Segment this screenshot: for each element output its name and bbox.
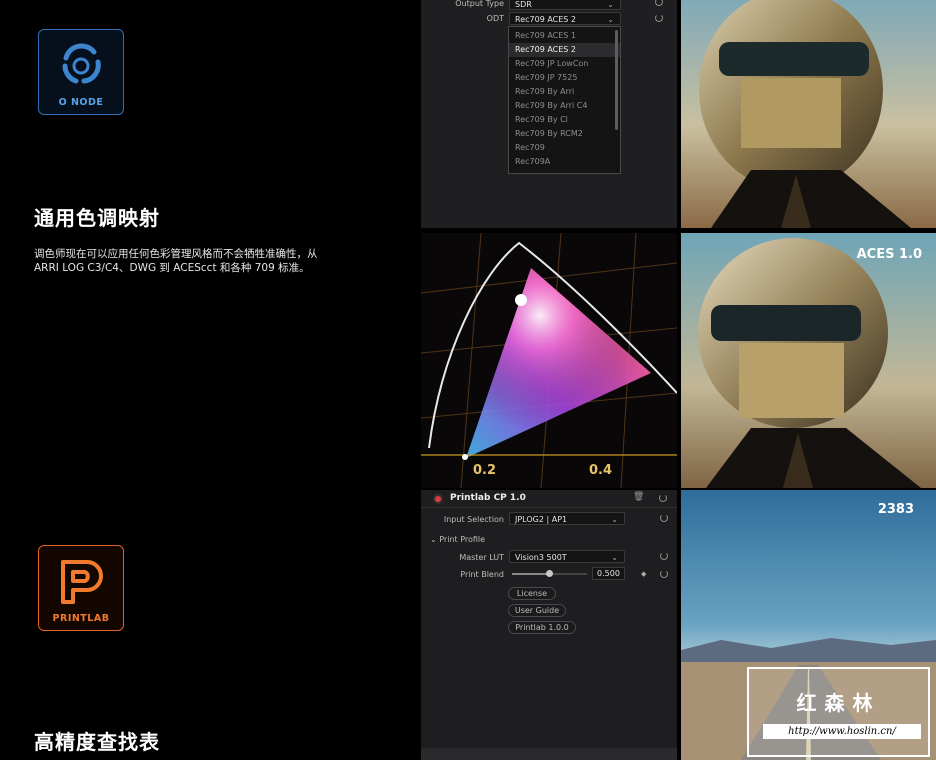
chevron-down-icon: ⌄ — [611, 553, 618, 562]
odt-dropdown-list: Rec709 ACES 1 Rec709 ACES 2 Rec709 JP LowC… — [508, 26, 621, 174]
aces-label: ACES 1.0 — [856, 247, 922, 262]
print-blend-label: Print Blend — [460, 570, 504, 579]
odt-option[interactable]: Rec709 JP LowCon — [509, 57, 620, 71]
chevron-down-icon: ⌄ — [430, 535, 440, 544]
output-type-select[interactable]: SDR ⌄ — [509, 0, 621, 10]
input-selection-value: JPLOG2 | AP1 — [515, 515, 568, 524]
tone-mapping-title: 通用色调映射 — [34, 206, 160, 230]
chevron-down-icon: ⌄ — [607, 0, 614, 9]
trash-icon[interactable]: 🗑 — [633, 492, 644, 502]
lut-title: 高精度查找表 — [34, 730, 160, 754]
tone-mapping-description: 调色师现在可以应用任何色彩管理风格而不会牺牲准确性，从 ARRI LOG C3/… — [34, 248, 318, 274]
odt-select[interactable]: Rec709 ACES 2 ⌄ — [509, 12, 621, 25]
panel-strip — [421, 748, 677, 760]
reset-icon[interactable] — [660, 514, 668, 522]
axis-tick-02: 0.2 — [473, 463, 497, 478]
output-type-label: Output Type — [455, 0, 504, 8]
chromaticity-diagram-image — [421, 233, 677, 488]
print-blend-slider-fill — [512, 573, 550, 575]
odt-option[interactable]: Rec709 — [509, 141, 620, 155]
master-lut-select[interactable]: Vision3 500T ⌄ — [509, 550, 625, 563]
odt-option[interactable]: Rec709A — [509, 155, 620, 169]
master-lut-label: Master LUT — [459, 553, 504, 562]
print-profile-label: Print Profile — [439, 535, 486, 544]
reset-icon[interactable] — [660, 570, 668, 578]
odt-value: Rec709 ACES 2 — [515, 15, 577, 24]
printlab-icon — [61, 560, 103, 604]
watermark-url: http://www.hoslin.cn/ — [763, 724, 921, 739]
dropdown-scrollbar[interactable] — [615, 30, 618, 130]
helmet-portrait-aces-image: ACES 1.0 — [681, 233, 936, 488]
user-guide-button[interactable]: User Guide — [508, 604, 566, 617]
reset-icon[interactable] — [660, 552, 668, 560]
printlab-label: PRINTLAB — [52, 613, 110, 624]
axis-tick-04: 0.4 — [589, 463, 613, 478]
license-button[interactable]: License — [508, 587, 556, 600]
odt-option[interactable]: Rec709 ACES 1 — [509, 29, 620, 43]
o-node-logo: O NODE — [38, 29, 124, 115]
odt-option[interactable]: Rec709 By Arri — [509, 85, 620, 99]
keyframe-diamond-icon[interactable]: ◆ — [641, 570, 646, 578]
printlab-logo: PRINTLAB — [38, 545, 124, 631]
reset-icon[interactable] — [659, 494, 667, 502]
odt-option[interactable]: Rec709 ACES 2 — [509, 43, 620, 57]
odt-option[interactable]: Rec709 JP 7525 — [509, 71, 620, 85]
printlab-version-button[interactable]: Printlab 1.0.0 — [508, 621, 576, 634]
print-blend-value-field[interactable]: 0.500 — [592, 567, 625, 580]
input-selection-select[interactable]: JPLOG2 | AP1 ⌄ — [509, 512, 625, 525]
odt-option[interactable]: Rec709 By Cl — [509, 113, 620, 127]
print-blend-slider[interactable] — [512, 570, 587, 577]
o-node-label: O NODE — [58, 97, 104, 108]
print-blend-slider-handle[interactable] — [546, 570, 553, 577]
cie-chromaticity-render: 0.2 0.4 — [421, 233, 677, 488]
chevron-down-icon: ⌄ — [611, 515, 618, 524]
input-selection-label: Input Selection — [443, 515, 504, 524]
record-dot-icon — [435, 496, 441, 502]
print-profile-section[interactable]: ⌄ Print Profile — [430, 535, 485, 544]
watermark-title: 红森林 — [796, 691, 881, 715]
odt-option[interactable]: Rec709 By Arri C4 — [509, 99, 620, 113]
output-type-value: SDR — [515, 0, 532, 9]
printlab-panel-title: Printlab CP 1.0 — [450, 493, 526, 503]
watermark: 红森林 http://www.hoslin.cn/ — [747, 667, 930, 757]
odt-option[interactable]: Rec709 By RCM2 — [509, 127, 620, 141]
divider — [421, 507, 677, 508]
odt-label: ODT — [486, 14, 504, 23]
master-lut-value: Vision3 500T — [515, 553, 567, 562]
o-node-icon — [62, 43, 101, 84]
enable-toggle[interactable] — [433, 494, 443, 504]
film-stock-label: 2383 — [877, 502, 914, 517]
reset-icon[interactable] — [655, 14, 663, 22]
helmet-portrait-image — [681, 0, 936, 228]
chevron-down-icon: ⌄ — [607, 15, 614, 24]
